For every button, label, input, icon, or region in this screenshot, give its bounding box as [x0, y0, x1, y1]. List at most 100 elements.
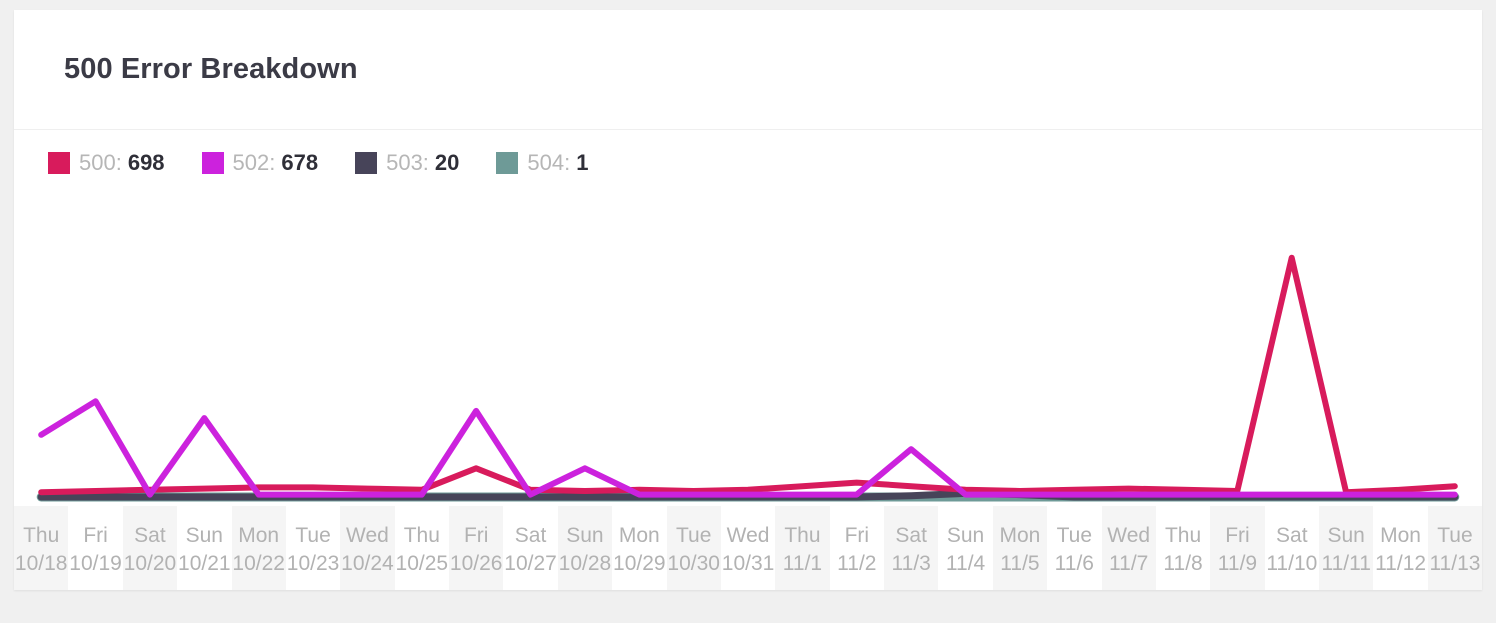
axis-tick-day: Mon [999, 524, 1041, 547]
axis-tick: Wed 10/24 [340, 506, 395, 590]
axis-tick: Mon 10/22 [231, 506, 286, 590]
axis-tick-day: Fri [1225, 524, 1250, 547]
axis-tick-date: 11/8 [1163, 552, 1203, 575]
axis-tick-date: 10/28 [558, 552, 612, 575]
axis-tick-date: 10/18 [14, 552, 68, 575]
axis-tick: Thu 11/1 [775, 506, 830, 590]
axis-tick: Wed 11/7 [1101, 506, 1156, 590]
axis-tick: Thu 10/18 [14, 506, 69, 590]
axis-tick: Mon 10/29 [612, 506, 666, 590]
axis-tick-date: 11/10 [1266, 552, 1318, 575]
axis-tick-date: 10/20 [123, 552, 177, 575]
axis-tick-date: 11/6 [1054, 552, 1094, 575]
axis-tick-date: 11/3 [891, 552, 931, 575]
axis-tick: Fri 11/9 [1210, 506, 1265, 590]
axis-tick-day: Thu [23, 524, 60, 547]
legend-label: 504: [527, 150, 571, 175]
axis-tick-date: 10/19 [69, 552, 122, 575]
axis-tick: Wed 10/31 [721, 506, 775, 590]
axis-tick-day: Tue [295, 524, 331, 547]
legend-value: 20 [434, 150, 460, 175]
axis-tick-date: 11/7 [1109, 552, 1149, 575]
axis-tick-day: Wed [346, 524, 389, 547]
axis-tick: Sat 11/3 [884, 506, 939, 590]
axis-tick-day: Sun [185, 524, 223, 547]
legend-swatch-icon [355, 152, 378, 174]
axis-tick-date: 10/27 [504, 552, 557, 575]
legend-label: 500: [79, 150, 122, 175]
axis-tick: Tue 11/13 [1427, 506, 1482, 590]
axis-tick: Thu 11/8 [1156, 506, 1210, 590]
axis-tick-day: Wed [726, 524, 770, 547]
axis-tick-date: 11/12 [1375, 552, 1427, 575]
axis-tick-date: 10/23 [286, 552, 340, 575]
chart-svg [14, 196, 1482, 506]
axis-tick: Fri 10/19 [68, 506, 122, 590]
axis-tick-day: Sun [1327, 524, 1365, 547]
legend-label: 502: [232, 150, 276, 175]
axis-tick-day: Tue [1437, 524, 1473, 547]
axis-tick-day: Sat [514, 524, 547, 547]
axis-tick-date: 11/4 [945, 552, 986, 575]
chart-plot-area [14, 196, 1482, 506]
legend-value: 698 [127, 150, 165, 175]
axis-tick-date: 10/21 [178, 552, 231, 575]
axis-tick-date: 10/29 [613, 552, 666, 575]
axis-tick-day: Tue [1056, 524, 1093, 547]
chart-card: 500 Error Breakdown 500: 698 502: 678 503: 20… [14, 10, 1482, 590]
axis-tick-day: Mon [618, 524, 660, 547]
axis-tick: Sat 10/20 [122, 506, 178, 590]
axis-tick: Sun 11/4 [938, 506, 992, 590]
axis-tick-day: Sun [946, 524, 985, 547]
page-title: 500 Error Breakdown [64, 53, 358, 85]
axis-tick-day: Fri [463, 524, 489, 547]
card-header: 500 Error Breakdown [14, 10, 1482, 130]
axis-tick: Sun 10/21 [177, 506, 231, 590]
axis-tick-date: 10/25 [395, 552, 449, 575]
axis-tick-date: 11/2 [837, 552, 877, 575]
axis-tick: Tue 10/23 [286, 506, 340, 590]
legend-item-504[interactable]: 504: 1 [496, 150, 588, 176]
legend-item-502[interactable]: 502: 678 [201, 150, 319, 176]
axis-tick: Mon 11/5 [992, 506, 1048, 590]
axis-tick-date: 10/22 [232, 552, 285, 575]
axis-tick-date: 11/11 [1321, 552, 1371, 575]
axis-tick-day: Thu [784, 524, 821, 547]
axis-tick-day: Thu [403, 524, 440, 547]
legend-item-503[interactable]: 503: 20 [355, 150, 459, 176]
axis-tick: Fri 11/2 [830, 506, 884, 590]
axis-tick: Tue 10/30 [666, 506, 721, 590]
axis-tick: Sun 10/28 [557, 506, 613, 590]
axis-tick: Thu 10/25 [395, 506, 449, 590]
axis-tick-date: 10/31 [721, 552, 775, 575]
legend-value: 1 [576, 150, 589, 175]
axis-tick-day: Tue [675, 524, 712, 547]
axis-tick-day: Sun [566, 524, 604, 547]
axis-tick-date: 11/1 [782, 552, 823, 575]
legend-item-500[interactable]: 500: 698 [48, 150, 165, 176]
axis-tick: Sun 11/11 [1319, 506, 1374, 590]
axis-tick-day: Sat [134, 524, 166, 547]
axis-tick-day: Wed [1107, 524, 1151, 547]
axis-tick-date: 10/26 [449, 552, 503, 575]
axis-tick: Fri 10/26 [449, 506, 504, 590]
chart-x-axis: Thu 10/18 Fri 10/19 Sat 10/20 Sun 10/21 Mon 10/22… [14, 506, 1482, 590]
legend-value: 678 [281, 150, 319, 175]
legend-swatch-icon [496, 152, 519, 174]
axis-tick-date: 10/30 [667, 552, 720, 575]
axis-tick-date: 11/13 [1429, 552, 1481, 575]
axis-tick-day: Fri [83, 524, 108, 547]
axis-tick: Sat 11/10 [1265, 506, 1319, 590]
axis-tick: Tue 11/6 [1047, 506, 1101, 590]
legend-label: 503: [386, 150, 429, 175]
legend-swatch-icon [48, 152, 70, 174]
axis-tick-day: Sat [895, 524, 927, 547]
axis-tick-day: Mon [1380, 524, 1421, 547]
axis-tick-day: Sat [1276, 524, 1308, 547]
axis-tick: Mon 11/12 [1373, 506, 1427, 590]
axis-tick-day: Mon [238, 524, 280, 547]
axis-tick-date: 11/5 [1000, 552, 1040, 575]
axis-tick-date: 11/9 [1217, 552, 1258, 575]
axis-tick-date: 10/24 [341, 552, 394, 575]
chart-line-500 [41, 258, 1455, 492]
